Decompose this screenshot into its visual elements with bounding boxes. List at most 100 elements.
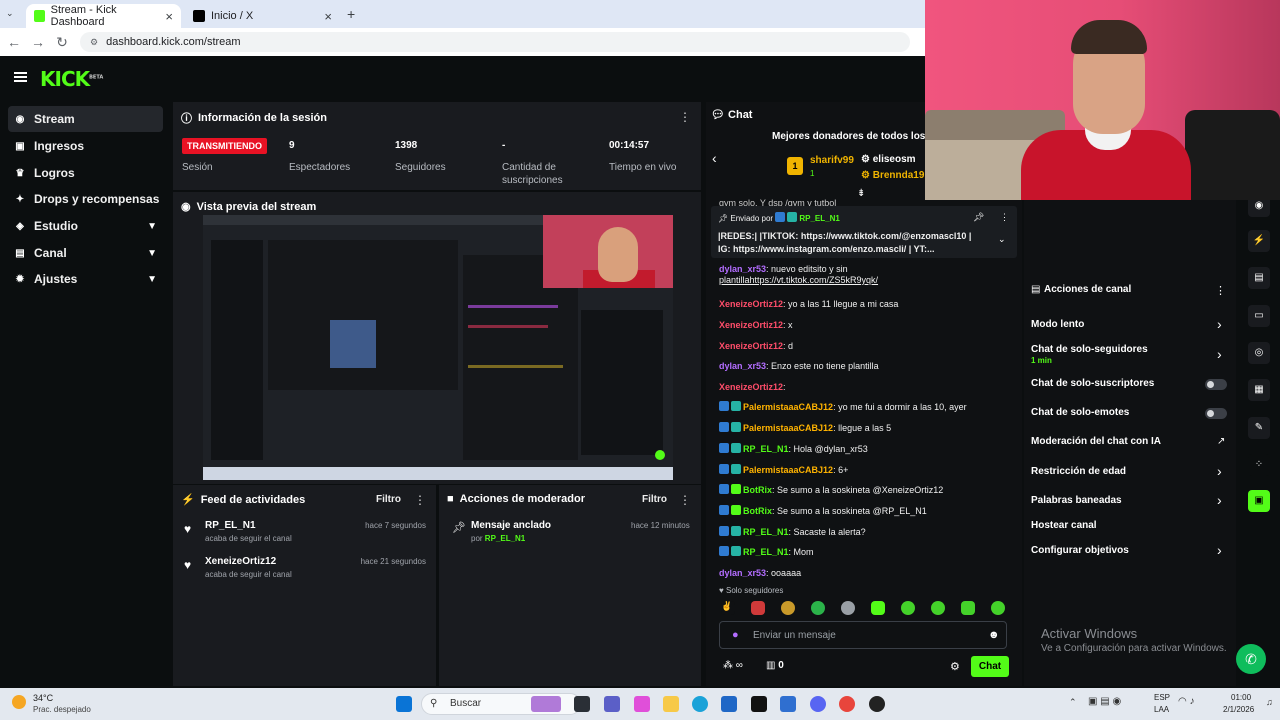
close-icon[interactable]: × xyxy=(165,9,173,24)
chat-username[interactable]: BotRix xyxy=(743,506,772,516)
forward-icon[interactable]: → xyxy=(26,34,50,50)
back-icon[interactable]: ← xyxy=(2,34,26,50)
chat-username[interactable]: dylan_xr53 xyxy=(719,264,766,274)
donor-name[interactable]: sharifv99 xyxy=(810,155,854,166)
chat-input[interactable]: ● Enviar un mensaje ☻ xyxy=(719,621,1007,649)
chat-bubble-icon[interactable]: ▭ xyxy=(1248,305,1270,327)
channel-action-item[interactable]: Hostear canal xyxy=(1031,520,1097,531)
chat-username[interactable]: XeneizeOrtiz12 xyxy=(719,341,783,351)
channel-action-item[interactable]: Chat de solo-seguidores xyxy=(1031,344,1148,355)
chat-username[interactable]: XeneizeOrtiz12 xyxy=(719,299,783,309)
chat-username[interactable]: PalermistaaaCABJ12 xyxy=(743,423,833,433)
pin-icon[interactable]: 📌︎ xyxy=(973,212,984,223)
chat-username[interactable]: PalermistaaaCABJ12 xyxy=(743,465,833,475)
stream-preview-video[interactable] xyxy=(203,215,673,480)
kebab-menu-icon[interactable]: ⋮ xyxy=(679,493,691,507)
points-infinity[interactable]: ⁂ ∞ xyxy=(723,660,743,671)
apps-icon[interactable]: ⁘ xyxy=(1248,454,1270,476)
channel-action-item[interactable]: Modo lento xyxy=(1031,319,1084,330)
chat-username[interactable]: BotRix xyxy=(743,485,772,495)
sidebar-item-ajustes[interactable]: ✹ Ajustes ▼ xyxy=(8,266,163,292)
sidebar-item-stream[interactable]: ◉ Stream xyxy=(8,106,163,132)
toggle-switch[interactable] xyxy=(1205,408,1227,419)
emote-icon[interactable] xyxy=(961,601,975,615)
tab-search-icon[interactable]: ⌄ xyxy=(6,8,14,19)
emote-icon[interactable] xyxy=(991,601,1005,615)
chat-username[interactable]: XeneizeOrtiz12 xyxy=(719,382,783,392)
gear-icon[interactable]: ⚙ xyxy=(950,660,960,673)
weather-icon[interactable] xyxy=(12,695,26,709)
emote-icon[interactable] xyxy=(901,601,915,615)
donor-name[interactable]: ⚙ Brennda19 xyxy=(861,170,924,181)
chat-username[interactable]: dylan_xr53 xyxy=(719,361,766,371)
whatsapp-icon[interactable]: ✆ xyxy=(1236,644,1266,674)
tab-x-inicio[interactable]: Inicio / X × xyxy=(185,4,340,28)
store-icon[interactable] xyxy=(721,696,737,712)
emote-icon[interactable] xyxy=(781,601,795,615)
filter-button[interactable]: Filtro xyxy=(642,494,667,505)
collapse-icon[interactable]: ⇟ xyxy=(857,188,865,199)
kebab-menu-icon[interactable]: ⋮ xyxy=(679,110,691,124)
chevron-right-icon[interactable]: › xyxy=(1217,346,1222,362)
tiktok-icon[interactable] xyxy=(751,696,767,712)
kebab-menu-icon[interactable]: ⋮ xyxy=(1000,212,1009,223)
sidebar-item-logros[interactable]: ♛ Logros xyxy=(8,160,163,186)
sidebar-item-ingresos[interactable]: ▣ Ingresos xyxy=(8,133,163,159)
chevron-right-icon[interactable]: › xyxy=(1217,542,1222,558)
send-chat-button[interactable]: Chat xyxy=(971,656,1009,677)
layout-icon[interactable]: ▦ xyxy=(1248,379,1270,401)
external-link-icon[interactable]: ↗ xyxy=(1217,436,1225,447)
emote-icon[interactable] xyxy=(811,601,825,615)
document-icon[interactable]: ▤ xyxy=(1248,267,1270,289)
emoji-icon[interactable]: ☻ xyxy=(988,629,1000,641)
emote-icon[interactable] xyxy=(871,601,885,615)
url-field[interactable]: ⚙ dashboard.kick.com/stream xyxy=(80,32,910,52)
activity-user[interactable]: XeneizeOrtiz12 xyxy=(205,556,276,567)
points-counter[interactable]: ▥ 0 xyxy=(766,660,784,671)
chevron-right-icon[interactable]: › xyxy=(1217,492,1222,508)
obs-icon[interactable] xyxy=(869,696,885,712)
site-info-icon[interactable]: ⚙ xyxy=(90,37,98,48)
tray-icons[interactable]: ▣ ▤ ◉ xyxy=(1088,696,1121,707)
reload-icon[interactable]: ↻ xyxy=(50,34,74,51)
emote-icon[interactable] xyxy=(751,601,765,615)
chevron-down-icon[interactable]: ⌄ xyxy=(998,234,1006,245)
discord-icon[interactable] xyxy=(810,696,826,712)
chevron-right-icon[interactable]: › xyxy=(1217,463,1222,479)
tray-chevron-up-icon[interactable]: ⌃ xyxy=(1069,697,1077,708)
filter-button[interactable]: Filtro xyxy=(376,494,401,505)
chat-username[interactable]: RP_EL_N1 xyxy=(743,547,789,557)
channel-action-item[interactable]: Palabras baneadas xyxy=(1031,495,1122,506)
chat-username[interactable]: PalermistaaaCABJ12 xyxy=(743,402,833,412)
close-icon[interactable]: × xyxy=(324,9,332,24)
emote-icon[interactable] xyxy=(931,601,945,615)
donor-name[interactable]: ⚙ eliseosm xyxy=(861,154,916,165)
broadcast-icon[interactable]: ◎ xyxy=(1248,342,1270,364)
activity-user[interactable]: RP_EL_N1 xyxy=(205,520,256,531)
chat-username[interactable]: RP_EL_N1 xyxy=(743,527,789,537)
file-explorer-icon[interactable] xyxy=(663,696,679,712)
windows-start-icon[interactable] xyxy=(396,696,412,712)
wrench-icon[interactable]: ✎ xyxy=(1248,417,1270,439)
kebab-menu-icon[interactable]: ⋮ xyxy=(414,493,426,507)
chat-username[interactable]: XeneizeOrtiz12 xyxy=(719,320,783,330)
kebab-menu-icon[interactable]: ⋮ xyxy=(1215,284,1226,297)
notification-bell-icon[interactable]: ♫ xyxy=(1266,697,1273,707)
chat-username[interactable]: RP_EL_N1 xyxy=(743,444,789,454)
copilot-icon[interactable] xyxy=(634,696,650,712)
sidebar-item-drops[interactable]: ✦ Drops y recompensas xyxy=(8,186,163,212)
search-highlight-icon[interactable] xyxy=(531,696,561,712)
channel-action-item[interactable]: Moderación del chat con IA xyxy=(1031,436,1161,447)
lightning-icon[interactable]: ⚡ xyxy=(1248,230,1270,252)
channel-action-item[interactable]: Restricción de edad xyxy=(1031,466,1126,477)
emote-icon[interactable] xyxy=(841,601,855,615)
teams-icon[interactable] xyxy=(604,696,620,712)
tab-kick-dashboard[interactable]: Stream - Kick Dashboard × xyxy=(26,4,181,28)
menu-icon[interactable] xyxy=(14,72,27,82)
sidebar-item-estudio[interactable]: ◈ Estudio ▼ xyxy=(8,213,163,239)
toggle-switch[interactable] xyxy=(1205,379,1227,390)
weather-temp[interactable]: 34°C xyxy=(33,693,53,703)
photoshop-icon[interactable] xyxy=(780,696,796,712)
task-view-icon[interactable] xyxy=(574,696,590,712)
extension-icon[interactable]: ▣ xyxy=(1248,490,1270,512)
